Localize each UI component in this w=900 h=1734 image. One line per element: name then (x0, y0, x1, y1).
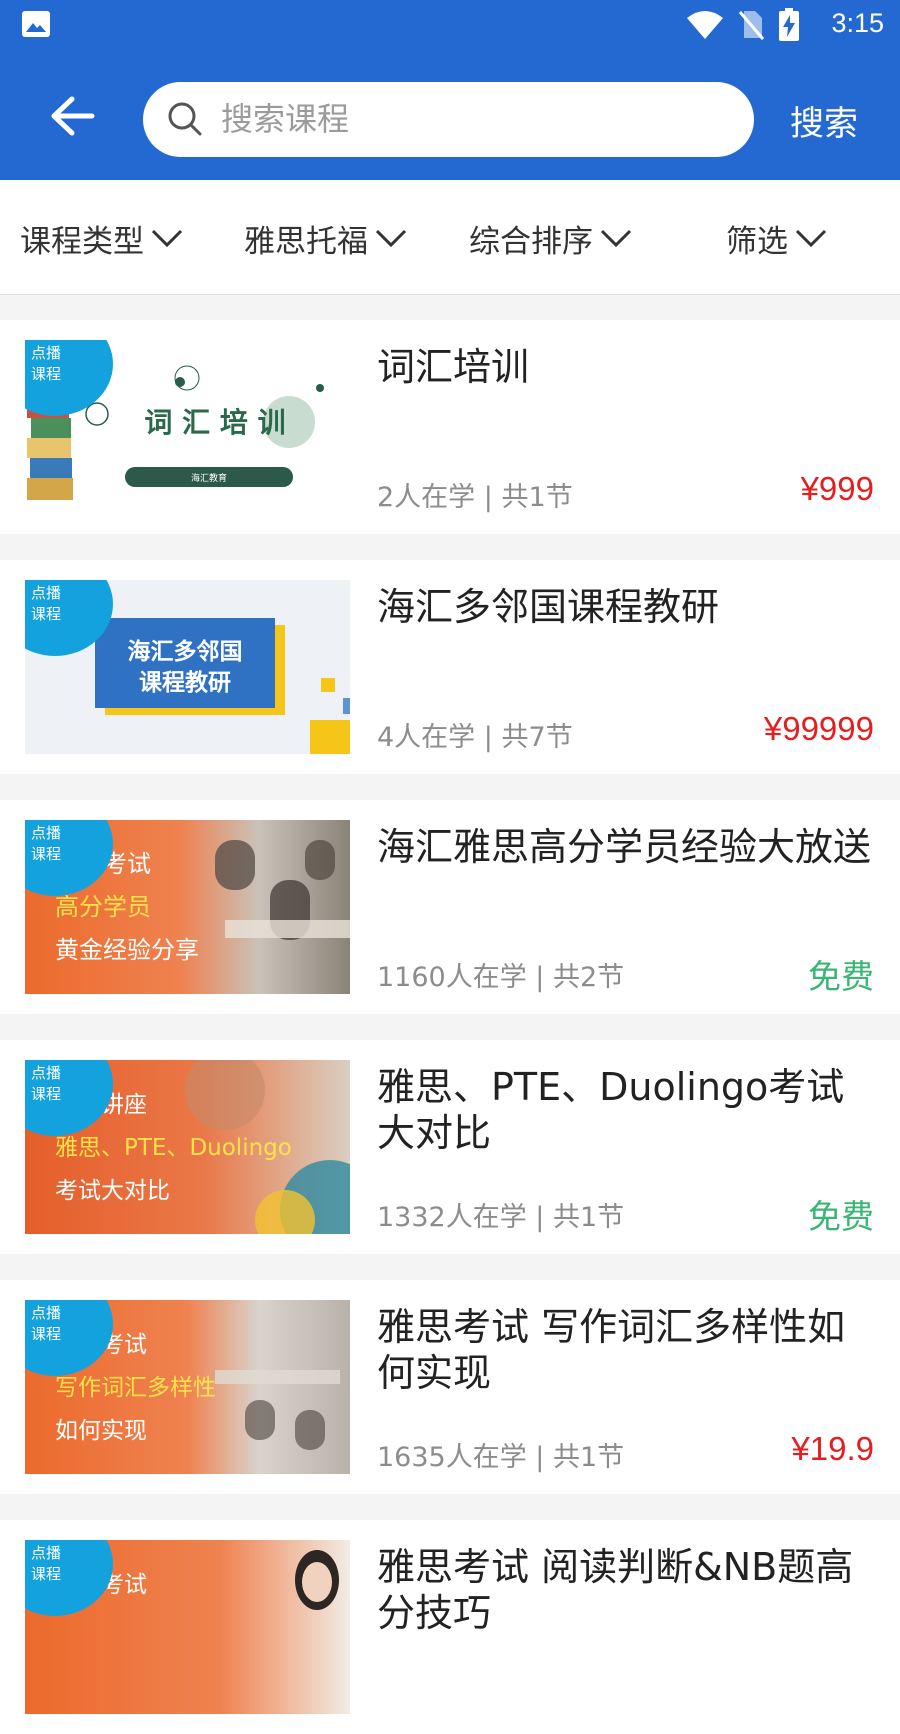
course-title: 海汇多邻国课程教研 (377, 585, 720, 629)
chevron-down-icon (375, 229, 407, 248)
vod-badge-label: 点播课程 (31, 824, 62, 863)
course-item[interactable]: 词 汇 培 训 海汇教育 点播课程 词汇培训 2人在学 | 共1节 ¥999 (0, 320, 900, 534)
cover-text: 词 汇 培 训 (144, 406, 285, 439)
gallery-icon (22, 11, 50, 37)
vod-badge-label: 点播课程 (31, 344, 62, 383)
back-button[interactable] (48, 94, 98, 138)
cover-caption: 考试大对比 (55, 1178, 170, 1204)
search-input[interactable] (221, 96, 731, 142)
course-price: ¥999 (800, 470, 874, 507)
course-price: ¥19.9 (791, 1430, 874, 1467)
filter-ielts-toefl[interactable]: 雅思托福 (244, 217, 408, 260)
clock: 3:15 (831, 8, 884, 38)
course-item[interactable]: 公益讲座 雅思、PTE、Duolingo 考试大对比 点播课程 雅思、PTE、D… (0, 1040, 900, 1254)
course-thumbnail: 词 汇 培 训 海汇教育 点播课程 (25, 340, 350, 514)
course-thumbnail: 雅思考试 高分学员 黄金经验分享 点播课程 (25, 820, 350, 994)
course-thumbnail: 雅思考试 点播课程 (25, 1540, 350, 1714)
vod-badge-label: 点播课程 (31, 1304, 62, 1343)
course-meta: 1160人在学 | 共2节 (377, 962, 625, 993)
course-meta: 2人在学 | 共1节 (377, 482, 573, 513)
cover-subtext: 海汇教育 (191, 472, 227, 484)
chevron-down-icon (600, 229, 632, 248)
course-item[interactable]: 雅思考试 写作词汇多样性 如何实现 点播课程 雅思考试 写作词汇多样性如何实现 … (0, 1280, 900, 1494)
course-item[interactable]: 海汇多邻国 课程教研 点播课程 海汇多邻国课程教研 4人在学 | 共7节 ¥99… (0, 560, 900, 774)
course-item[interactable]: 雅思考试 高分学员 黄金经验分享 点播课程 海汇雅思高分学员经验大放送 1160… (0, 800, 900, 1014)
cover-caption: 黄金经验分享 (55, 936, 199, 964)
filter-screen[interactable]: 筛选 (726, 217, 828, 260)
no-sim-icon (738, 11, 764, 40)
course-item[interactable]: 雅思考试 点播课程 雅思考试 阅读判断&NB题高分技巧 (0, 1520, 900, 1734)
cover-text: 海汇多邻国 (128, 638, 243, 665)
status-bar: 3:15 (0, 0, 900, 52)
filter-label: 课程类型 (20, 223, 144, 260)
course-title: 雅思考试 写作词汇多样性如何实现 (377, 1305, 846, 1395)
course-thumbnail: 海汇多邻国 课程教研 点播课程 (25, 580, 350, 754)
cover-subtext: 课程教研 (139, 669, 231, 696)
search-bar[interactable] (143, 82, 754, 157)
course-meta: 4人在学 | 共7节 (377, 722, 573, 753)
wifi-icon (687, 11, 723, 39)
arrow-left-icon (51, 96, 95, 136)
cover-subtext: 雅思、PTE、Duolingo (55, 1135, 292, 1161)
course-thumbnail: 雅思考试 写作词汇多样性 如何实现 点播课程 (25, 1300, 350, 1474)
cover-subtext: 写作词汇多样性 (55, 1375, 216, 1401)
course-title: 雅思、PTE、Duolingo考试大对比 (377, 1065, 845, 1155)
filter-course-type[interactable]: 课程类型 (20, 217, 184, 260)
filter-label: 雅思托福 (244, 223, 368, 260)
filter-bar: 课程类型 雅思托福 综合排序 筛选 (0, 180, 900, 295)
chevron-down-icon (151, 229, 183, 248)
course-price: 免费 (808, 957, 874, 996)
filter-sort[interactable]: 综合排序 (469, 217, 633, 260)
vod-badge-label: 点播课程 (31, 584, 62, 623)
vod-badge-label: 点播课程 (31, 1064, 62, 1103)
vod-badge-label: 点播课程 (31, 1544, 62, 1583)
course-title: 雅思考试 阅读判断&NB题高分技巧 (377, 1545, 854, 1635)
course-meta: 1332人在学 | 共1节 (377, 1202, 625, 1233)
course-title: 海汇雅思高分学员经验大放送 (377, 825, 872, 869)
header: 搜索 (0, 52, 900, 180)
course-title: 词汇培训 (377, 345, 530, 389)
chevron-down-icon (795, 229, 827, 248)
filter-label: 综合排序 (469, 223, 593, 260)
course-thumbnail: 公益讲座 雅思、PTE、Duolingo 考试大对比 点播课程 (25, 1060, 350, 1234)
filter-label: 筛选 (726, 223, 788, 260)
search-button[interactable]: 搜索 (790, 96, 858, 145)
search-icon (168, 102, 202, 136)
course-price: 免费 (808, 1197, 874, 1236)
cover-caption: 如何实现 (55, 1418, 147, 1444)
course-meta: 1635人在学 | 共1节 (377, 1442, 625, 1473)
battery-charging-icon (779, 8, 799, 41)
course-price: ¥99999 (763, 710, 874, 747)
cover-subtext: 高分学员 (55, 893, 151, 921)
